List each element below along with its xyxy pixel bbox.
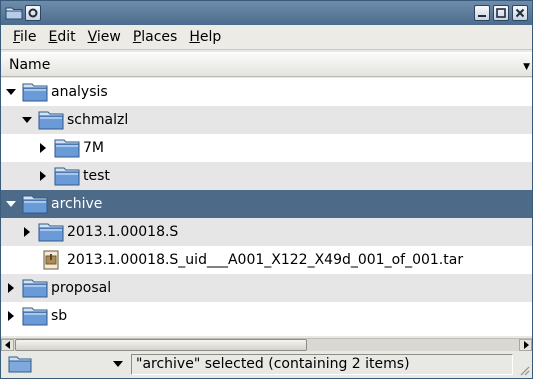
expander-collapsed-icon[interactable] [5,282,17,294]
menu-view-label: iew [96,29,121,45]
sort-indicator-icon: ▼ [523,62,530,72]
tree-row-label: analysis [51,84,108,100]
title-bar[interactable] [1,1,532,25]
menu-places[interactable]: Places [127,29,184,45]
folder-icon [38,222,64,242]
tree-row[interactable]: schmalzl [1,106,532,134]
sidebar-view-combo[interactable] [5,354,127,375]
menu-help-label: elp [199,29,222,45]
menu-view-mnemonic: V [87,29,97,45]
expander-collapsed-icon[interactable] [37,142,49,154]
status-bar: "archive" selected (containing 2 items) [1,352,532,378]
menu-file-label: ile [20,29,37,45]
expander-collapsed-icon[interactable] [37,170,49,182]
tree-row[interactable]: test [1,162,532,190]
chevron-down-icon [113,361,123,367]
tree-row-label: 2013.1.00018.S [67,224,179,240]
expander-expanded-icon[interactable] [5,86,17,98]
menu-help-mnemonic: H [189,29,200,45]
menu-edit-mnemonic: E [48,29,58,45]
menu-view[interactable]: View [82,29,127,45]
menu-places-mnemonic: P [132,29,142,45]
scrollbar-thumb[interactable] [15,339,307,351]
tree-row-label: schmalzl [67,112,129,128]
tree-row[interactable]: 2013.1.00018.S [1,218,532,246]
folder-icon [5,5,23,21]
tree-row[interactable]: 2013.1.00018.S_uid___A001_X122_X49d_001_… [1,246,532,274]
resize-grip-icon[interactable] [518,364,530,376]
maximize-icon[interactable] [493,5,509,21]
tree-row-label: 7M [83,140,104,156]
folder-icon [8,356,32,373]
column-header-name[interactable]: Name ▼ [1,52,532,77]
column-header-label: Name [9,56,51,73]
horizontal-scrollbar[interactable] [1,338,532,351]
file-tree[interactable]: analysis schmalzl 7M test archive 2013.1… [1,78,532,336]
tree-row-label: sb [51,308,68,324]
tree-row-label: proposal [51,280,112,296]
menu-file-mnemonic: F [13,29,21,45]
folder-icon [22,306,48,326]
menu-help[interactable]: Help [183,29,227,45]
tree-row[interactable]: proposal [1,274,532,302]
scroll-right-button[interactable] [519,339,532,351]
close-icon[interactable] [512,5,528,21]
scroll-left-button[interactable] [1,339,14,351]
status-message: "archive" selected (containing 2 items) [131,354,513,375]
tree-row[interactable]: sb [1,302,532,330]
folder-icon [54,166,80,186]
menu-bar: File Edit View Places Help [1,25,532,50]
folder-icon [22,82,48,102]
folder-icon [54,138,80,158]
menu-places-label: laces [141,29,178,45]
file-manager-window: File Edit View Places Help Name ▼ analys… [0,0,533,379]
menu-edit-label: dit [57,29,76,45]
expander-collapsed-icon[interactable] [21,226,33,238]
tree-row[interactable]: 7M [1,134,532,162]
expander-expanded-icon[interactable] [21,114,33,126]
menu-file[interactable]: File [7,29,42,45]
window-menu-icon[interactable] [25,5,41,21]
folder-icon [38,110,64,130]
archive-file-icon [38,250,64,270]
minimize-icon[interactable] [474,5,490,21]
tree-row[interactable]: analysis [1,78,532,106]
tree-row-label: archive [51,196,103,212]
tree-row-label: 2013.1.00018.S_uid___A001_X122_X49d_001_… [67,252,464,268]
folder-icon [22,278,48,298]
menu-edit[interactable]: Edit [42,29,81,45]
expander-collapsed-icon[interactable] [5,310,17,322]
folder-icon [22,194,48,214]
tree-row[interactable]: archive [1,190,532,218]
expander-expanded-icon[interactable] [5,198,17,210]
tree-row-label: test [83,168,110,184]
